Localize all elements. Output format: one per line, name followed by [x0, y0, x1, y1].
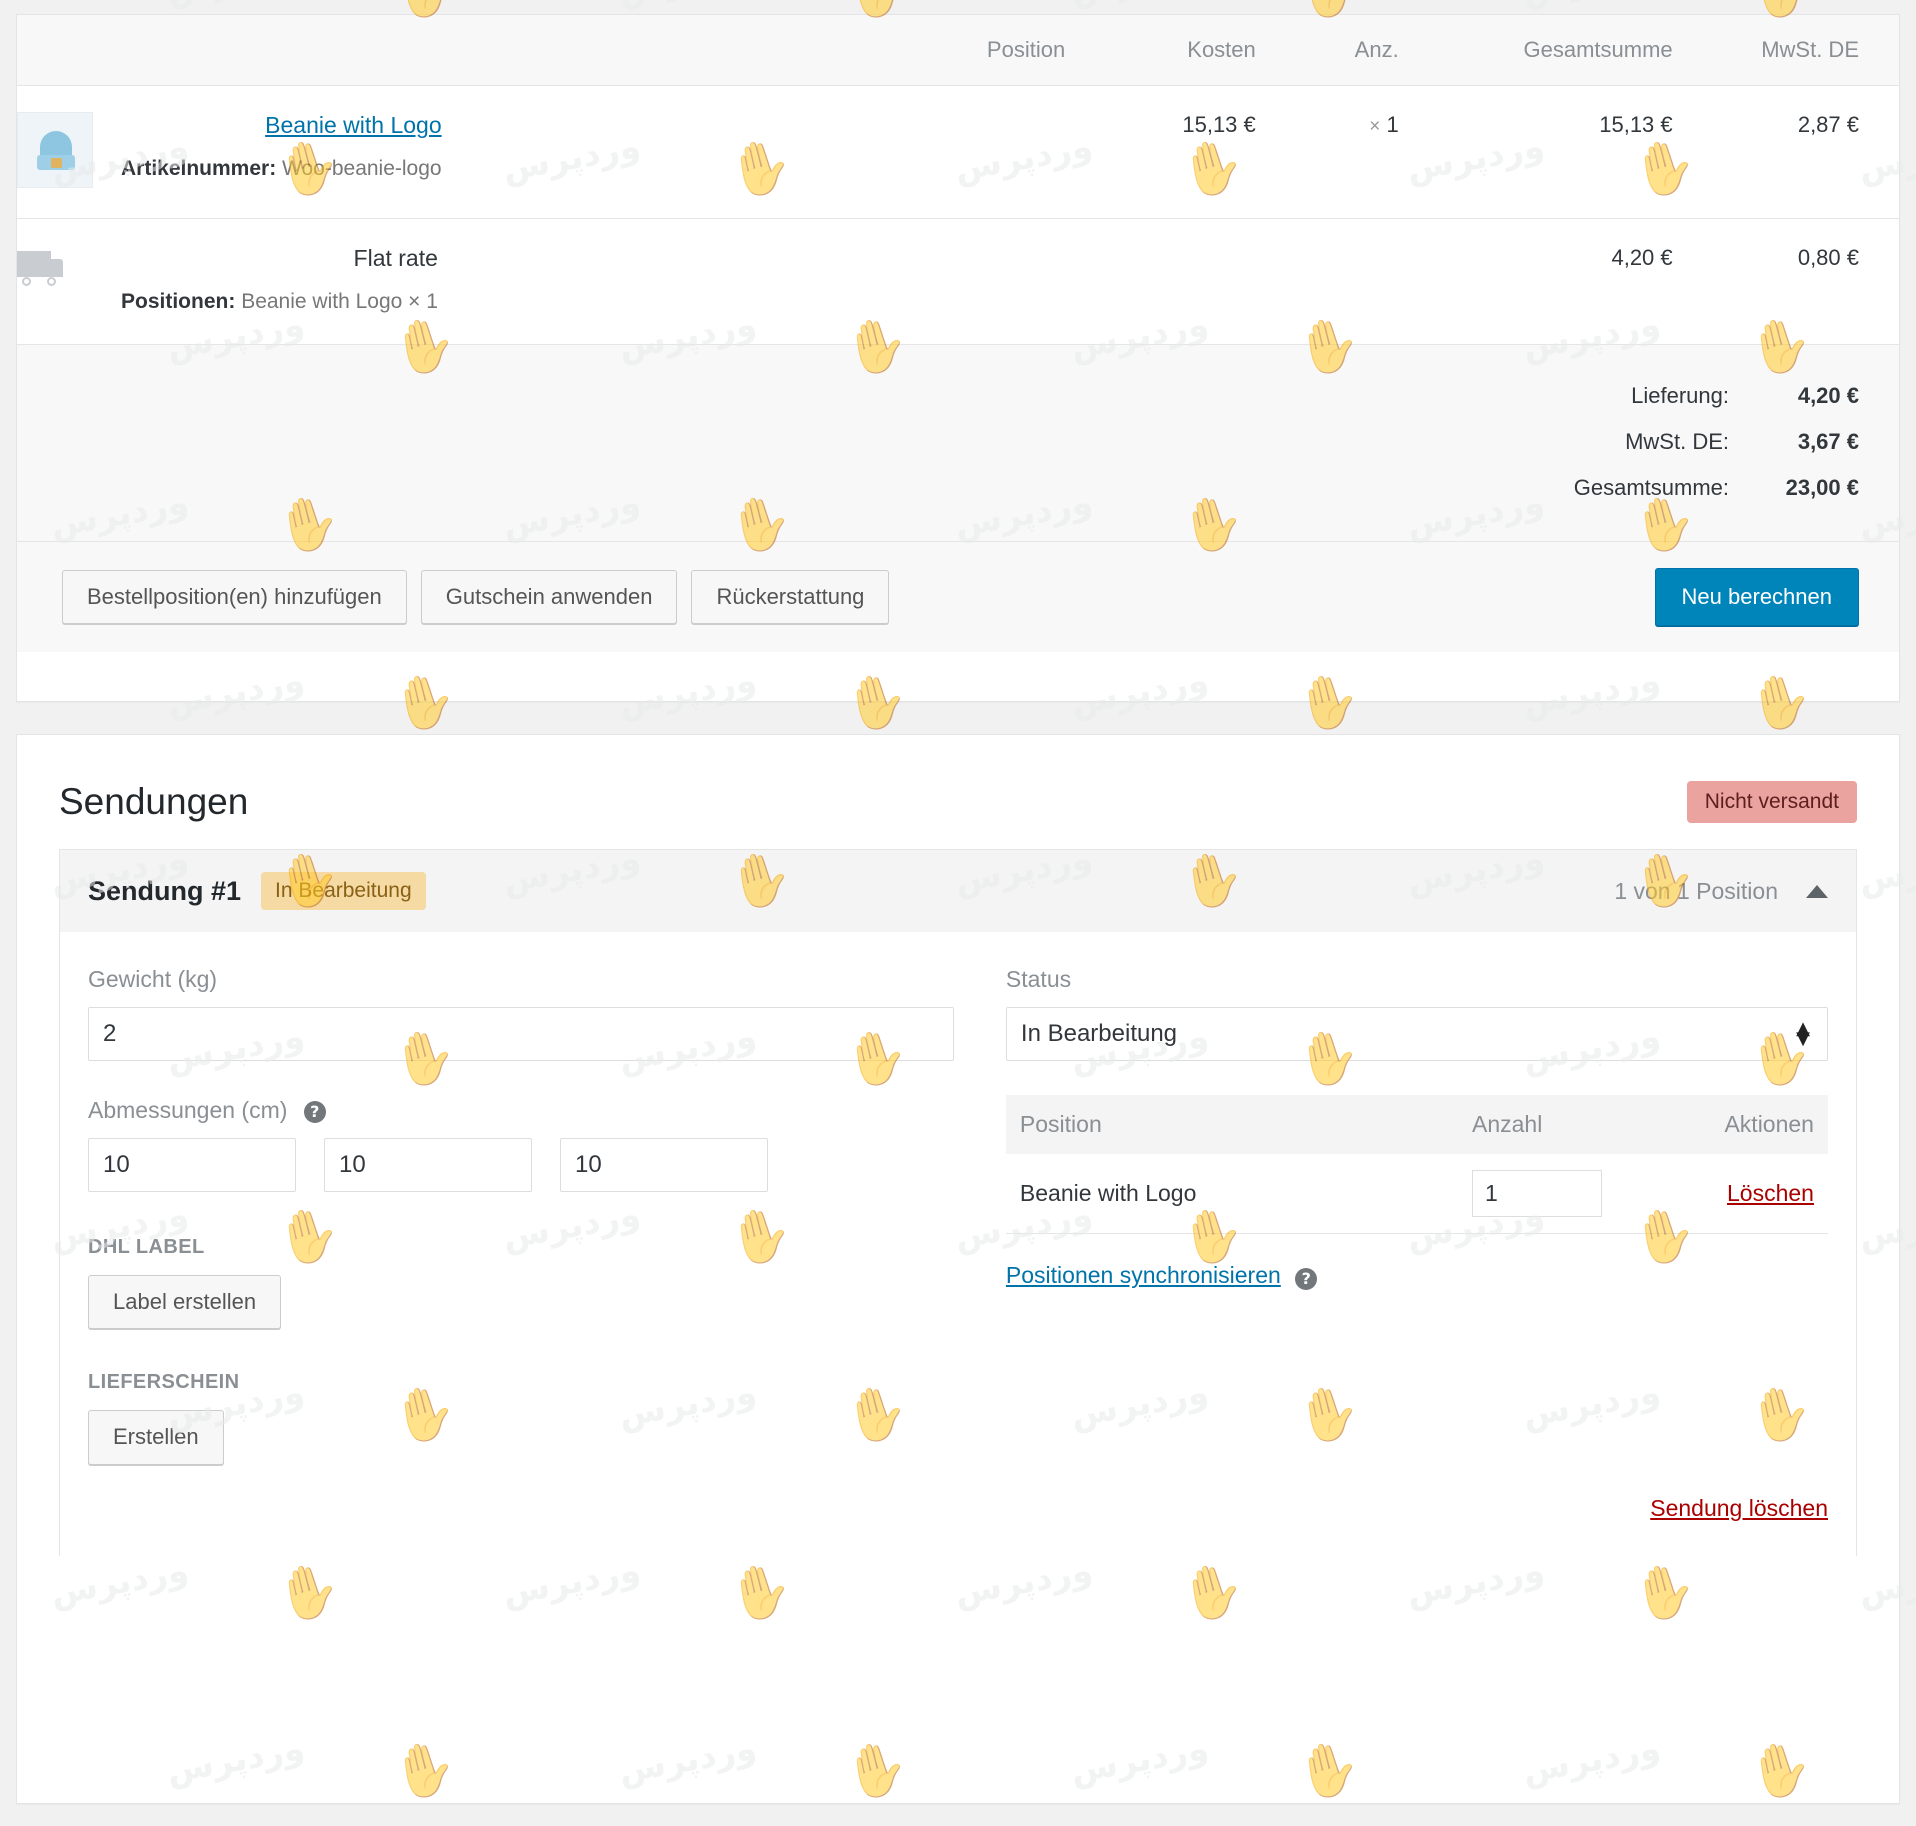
- shipment-state-badge: In Bearbeitung: [261, 872, 426, 910]
- column-header-actions: Aktionen: [1667, 1095, 1828, 1154]
- order-items-panel: Position Kosten Anz. Gesamtsumme MwSt. D…: [16, 14, 1900, 702]
- order-items-body: Beanie with Logo Artikelnummer: Woo-bean…: [17, 85, 1899, 542]
- column-header-position: Position: [1005, 1095, 1458, 1154]
- sync-items-link[interactable]: Positionen synchronisieren: [1006, 1262, 1281, 1288]
- shipment-items-header: Position Anzahl Aktionen: [1005, 1095, 1828, 1154]
- total-label-grand: Gesamtsumme:: [1573, 475, 1729, 500]
- total-line: Gesamtsumme: 23,00 €: [1574, 465, 1859, 511]
- total-label-shipping: Lieferung:: [1631, 383, 1729, 408]
- total-value-grand: 23,00 €: [1785, 475, 1859, 500]
- dhl-label-heading: DHL LABEL: [88, 1236, 205, 1258]
- table-header-row: Position Anzahl Aktionen: [1005, 1095, 1828, 1154]
- shipment-item-count: 1 von 1 Position: [1614, 877, 1778, 904]
- item-tax: 2,87 €: [1672, 85, 1899, 219]
- create-dhl-label-button[interactable]: Label erstellen: [88, 1275, 282, 1330]
- shipments-header: Sendungen Nicht versandt: [17, 735, 1899, 849]
- status-select[interactable]: [1005, 1007, 1828, 1061]
- column-header-cost: Kosten: [1065, 15, 1256, 86]
- sync-items-row: Positionen synchronisieren ?: [1006, 1262, 1828, 1290]
- item-sku: Artikelnummer: Woo-beanie-logo: [121, 157, 442, 181]
- dimension-height-input[interactable]: [560, 1138, 768, 1192]
- shipment-footer: Sendung löschen: [60, 1465, 1856, 1556]
- table-row: Beanie with Logo Löschen: [1005, 1154, 1828, 1234]
- shipment-name: Sendung #1: [88, 875, 242, 906]
- recalculate-button[interactable]: Neu berechnen: [1654, 568, 1859, 627]
- shipment-body: Gewicht (kg) Abmessungen (cm) ? DHL LABE…: [60, 932, 1856, 1465]
- total-line: Lieferung: 4,20 €: [1574, 373, 1859, 419]
- product-name-link[interactable]: Beanie with Logo: [265, 112, 441, 138]
- help-icon[interactable]: ?: [1295, 1267, 1318, 1290]
- refund-button[interactable]: Rückerstattung: [691, 570, 890, 625]
- create-delivery-note-button[interactable]: Erstellen: [88, 1410, 224, 1465]
- shipping-cost: [1065, 218, 1256, 345]
- apply-coupon-button[interactable]: Gutschein anwenden: [420, 570, 678, 625]
- qty-value: 1: [1386, 112, 1399, 137]
- dimension-length-input[interactable]: [88, 1138, 296, 1192]
- help-icon[interactable]: ?: [303, 1100, 326, 1123]
- weight-label: Gewicht (kg): [88, 966, 218, 992]
- shipping-method-name: Flat rate: [353, 245, 438, 271]
- order-totals-row: Lieferung: 4,20 € MwSt. DE: 3,67 € Gesam…: [17, 344, 1899, 542]
- shipping-items-label: Positionen:: [121, 290, 236, 313]
- shipment-item-qty-input[interactable]: [1471, 1170, 1602, 1217]
- column-header-qty: Anz.: [1255, 15, 1399, 86]
- shipping-position-cell: Flat rate Positionen: Beanie with Logo ×…: [17, 218, 1066, 345]
- shipping-truck-icon: [17, 249, 69, 289]
- total-value-shipping: 4,20 €: [1797, 383, 1859, 408]
- shipment-card: Sendung #1 In Bearbeitung 1 von 1 Positi…: [59, 849, 1857, 1556]
- shipment-left-column: Gewicht (kg) Abmessungen (cm) ? DHL LABE…: [60, 966, 994, 1465]
- delete-item-link[interactable]: Löschen: [1727, 1180, 1814, 1206]
- qty-multiply-sign: ×: [1369, 116, 1381, 137]
- item-total: 15,13 €: [1398, 85, 1673, 219]
- order-totals-cell: Lieferung: 4,20 € MwSt. DE: 3,67 € Gesam…: [17, 344, 1899, 542]
- dimensions-label: Abmessungen (cm) ?: [88, 1097, 954, 1124]
- order-actions-bar: Bestellposition(en) hinzufügen Gutschein…: [17, 542, 1899, 653]
- shipment-items-table: Position Anzahl Aktionen Beanie with Log…: [1005, 1095, 1828, 1234]
- item-cost: 15,13 €: [1065, 85, 1256, 219]
- total-line: MwSt. DE: 3,67 €: [1574, 419, 1859, 465]
- table-row: Beanie with Logo Artikelnummer: Woo-bean…: [17, 85, 1899, 219]
- order-totals-table: Lieferung: 4,20 € MwSt. DE: 3,67 € Gesam…: [1574, 373, 1859, 511]
- weight-input[interactable]: [88, 1007, 954, 1061]
- column-header-position: Position: [17, 15, 1066, 86]
- item-sku-label: Artikelnummer:: [121, 157, 277, 180]
- shipping-tax: 0,80 €: [1672, 218, 1899, 345]
- status-label: Status: [1005, 966, 1072, 992]
- delete-shipment-link[interactable]: Sendung löschen: [1650, 1495, 1828, 1521]
- item-position-cell: Beanie with Logo Artikelnummer: Woo-bean…: [17, 85, 1066, 219]
- add-order-item-button[interactable]: Bestellposition(en) hinzufügen: [62, 570, 407, 625]
- page-title: Sendungen: [59, 781, 249, 822]
- dimension-width-input[interactable]: [324, 1138, 532, 1192]
- dimensions-inputs: [88, 1138, 954, 1192]
- shipping-total: 4,20 €: [1398, 218, 1673, 345]
- item-qty: × 1: [1255, 85, 1399, 219]
- table-row: Flat rate Positionen: Beanie with Logo ×…: [17, 218, 1899, 345]
- shipments-panel: Sendungen Nicht versandt Sendung #1 In B…: [16, 734, 1900, 1804]
- shipment-header-bar[interactable]: Sendung #1 In Bearbeitung 1 von 1 Positi…: [60, 850, 1856, 932]
- shipping-items-value: Beanie with Logo × 1: [241, 290, 438, 313]
- table-header-row: Position Kosten Anz. Gesamtsumme MwSt. D…: [17, 15, 1899, 86]
- column-header-tax: MwSt. DE: [1672, 15, 1899, 86]
- caret-up-icon[interactable]: [1806, 884, 1828, 898]
- shipment-item-actions-cell: Löschen: [1667, 1154, 1828, 1234]
- column-header-qty: Anzahl: [1457, 1095, 1668, 1154]
- total-label-tax: MwSt. DE:: [1625, 429, 1729, 454]
- column-header-total: Gesamtsumme: [1398, 15, 1673, 86]
- total-value-tax: 3,67 €: [1797, 429, 1859, 454]
- item-sku-value: Woo-beanie-logo: [282, 157, 442, 180]
- delivery-note-heading: LIEFERSCHEIN: [88, 1371, 240, 1394]
- shipment-item-name: Beanie with Logo: [1005, 1154, 1458, 1234]
- shipment-items-body: Beanie with Logo Löschen: [1005, 1154, 1828, 1234]
- shipment-right-column: Status ▲▼ Position Anzahl Aktionen: [994, 966, 1856, 1465]
- shipping-items: Positionen: Beanie with Logo × 1: [121, 290, 438, 314]
- shipping-qty: [1255, 218, 1399, 345]
- shipment-item-qty-cell: [1457, 1154, 1668, 1234]
- product-thumbnail-icon: [17, 112, 93, 188]
- order-items-header: Position Kosten Anz. Gesamtsumme MwSt. D…: [17, 15, 1899, 86]
- status-select-wrapper: ▲▼: [1005, 1007, 1828, 1061]
- status-badge: Nicht versandt: [1686, 781, 1857, 823]
- order-items-table: Position Kosten Anz. Gesamtsumme MwSt. D…: [17, 15, 1899, 542]
- dimensions-label-text: Abmessungen (cm): [88, 1097, 288, 1123]
